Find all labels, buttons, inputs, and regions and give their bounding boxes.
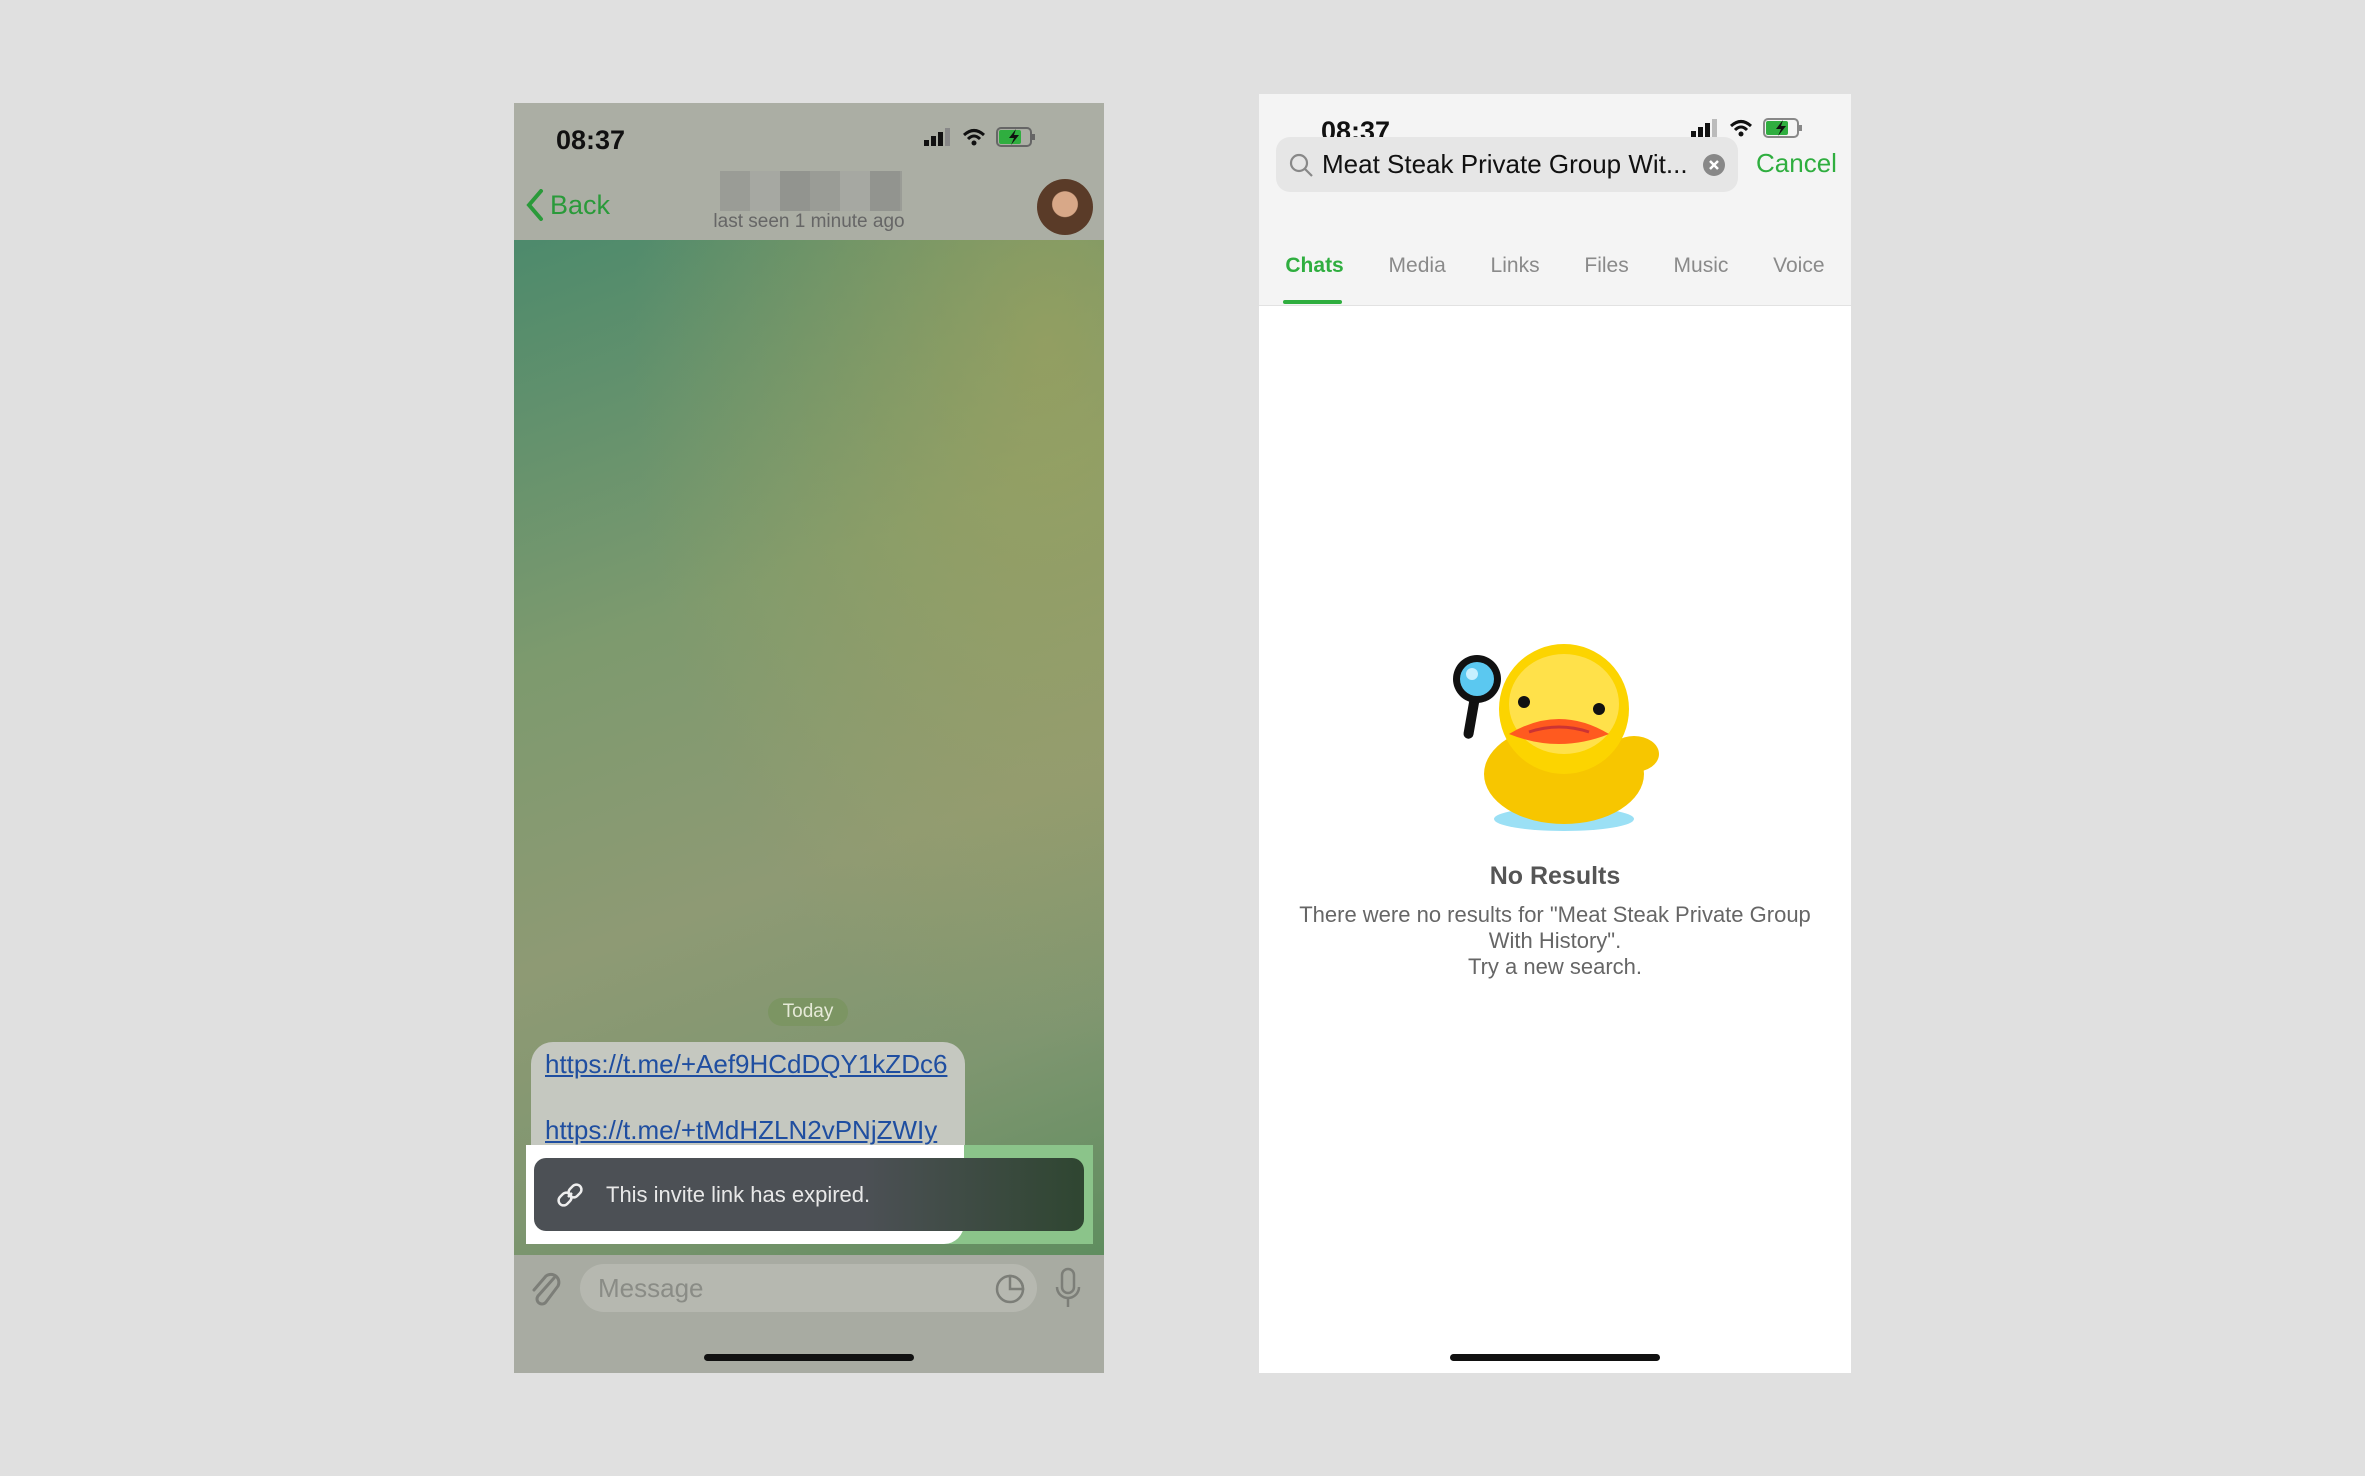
- date-pill: Today: [768, 998, 848, 1026]
- attach-icon[interactable]: [528, 1270, 564, 1308]
- invite-link-1[interactable]: https://t.me/+Aef9HCdDQY1kZDc6: [545, 1049, 947, 1080]
- active-tab-indicator: [1283, 300, 1342, 304]
- tab-chats[interactable]: Chats: [1285, 254, 1343, 278]
- signal-icon: [1691, 119, 1717, 137]
- invite-link-2[interactable]: https://t.me/+tMdHZLN2vPNjZWIy: [545, 1115, 937, 1146]
- status-time: 08:37: [556, 125, 626, 155]
- home-indicator: [1450, 1354, 1660, 1361]
- sticker-icon[interactable]: [994, 1273, 1026, 1305]
- wifi-icon: [962, 129, 986, 146]
- empty-state-title: No Results: [1489, 862, 1621, 890]
- signal-icon: [924, 128, 950, 146]
- link-icon: [557, 1182, 583, 1207]
- tab-music[interactable]: Music: [1674, 254, 1729, 278]
- description-line: Try a new search.: [1467, 954, 1643, 979]
- toast-notification: This invite link has expired.: [534, 1158, 1084, 1231]
- last-seen-status: last seen 1 minute ago: [713, 211, 905, 232]
- message-input[interactable]: Message: [580, 1264, 1037, 1312]
- empty-state-description: There were no results for "Meat Steak Pr…: [1259, 902, 1851, 980]
- battery-icon: [1763, 118, 1802, 138]
- description-line: There were no results for "Meat Steak Pr…: [1299, 902, 1811, 927]
- tab-links[interactable]: Links: [1491, 254, 1540, 278]
- search-field[interactable]: Meat Steak Private Group Wit...: [1276, 137, 1738, 192]
- contact-name-blurred: [720, 171, 902, 211]
- chat-screen: 08:37 Back last seen 1 minute ago Today …: [514, 103, 1104, 1373]
- search-icon: [1289, 153, 1313, 177]
- tab-media[interactable]: Media: [1389, 254, 1446, 278]
- wifi-icon: [1729, 120, 1753, 137]
- tab-files[interactable]: Files: [1584, 254, 1628, 278]
- status-icons: [924, 127, 1036, 147]
- description-line: With History".: [1488, 928, 1622, 953]
- home-indicator: [704, 1354, 914, 1361]
- avatar[interactable]: [1037, 179, 1093, 235]
- duck-magnifier-icon: [1453, 644, 1659, 831]
- cancel-button[interactable]: Cancel: [1756, 148, 1837, 179]
- battery-icon: [996, 127, 1035, 147]
- search-screen: 08:37 Meat Steak Private Group Wit... Ca…: [1259, 94, 1851, 1373]
- clear-icon[interactable]: [1702, 153, 1726, 177]
- tab-voice[interactable]: Voice: [1773, 254, 1824, 278]
- divider: [1259, 305, 1851, 306]
- toast-text: This invite link has expired.: [606, 1181, 871, 1207]
- search-query[interactable]: Meat Steak Private Group Wit...: [1322, 149, 1694, 180]
- status-icons: [1691, 118, 1803, 138]
- microphone-icon[interactable]: [1054, 1267, 1082, 1309]
- search-tabs: Chats Media Links Files Music Voice: [1259, 254, 1851, 278]
